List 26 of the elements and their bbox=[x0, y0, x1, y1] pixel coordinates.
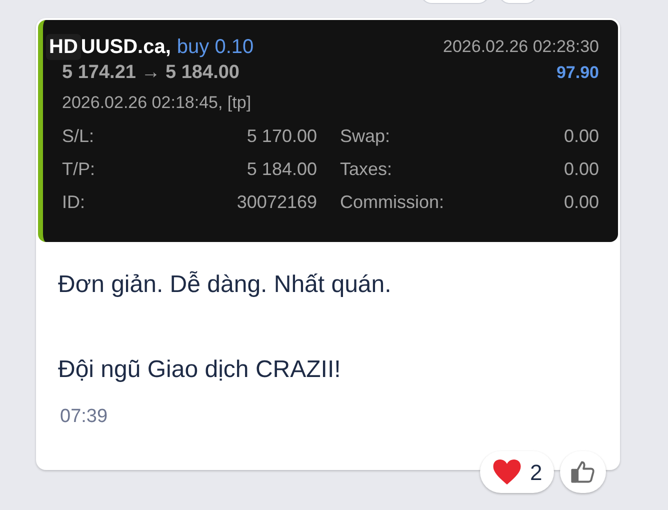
field-value: 5 170.00 bbox=[246, 125, 317, 148]
field-label: T/P: bbox=[62, 158, 96, 181]
thumbs-up-icon bbox=[570, 459, 596, 485]
open-info: 2026.02.26 02:18:45, [tp] bbox=[62, 92, 252, 114]
trade-symbol: UUSD.ca, bbox=[80, 35, 171, 60]
field-value: 30072169 bbox=[236, 191, 317, 214]
field-value: 0.00 bbox=[562, 125, 599, 148]
close-time: 2026.02.26 02:28:30 bbox=[443, 36, 599, 58]
field-label: S/L: bbox=[62, 125, 96, 148]
trade-prices: 5 174.21 → 5 184.00 bbox=[62, 61, 240, 85]
message-text: Đội ngũ Giao dịch CRAZII! bbox=[58, 355, 342, 385]
field-value: 5 184.00 bbox=[246, 158, 317, 181]
trade-side: buy 0.10 bbox=[176, 35, 254, 60]
field-value: 0.00 bbox=[562, 191, 599, 214]
field-label: ID: bbox=[62, 191, 86, 214]
heart-icon bbox=[492, 458, 522, 486]
field-label: Swap: bbox=[340, 125, 392, 148]
like-button[interactable] bbox=[560, 451, 606, 493]
heart-reaction-button[interactable]: 2 bbox=[480, 451, 554, 493]
hd-badge: HD bbox=[46, 34, 81, 60]
field-value: 0.00 bbox=[562, 158, 599, 181]
field-label: Commission: bbox=[340, 191, 446, 214]
field-label: Taxes: bbox=[340, 158, 394, 181]
message-text: Đơn giản. Dễ dàng. Nhất quán. bbox=[58, 270, 392, 300]
message-time: 07:39 bbox=[59, 405, 109, 429]
trade-profit: 97.90 bbox=[556, 62, 599, 84]
